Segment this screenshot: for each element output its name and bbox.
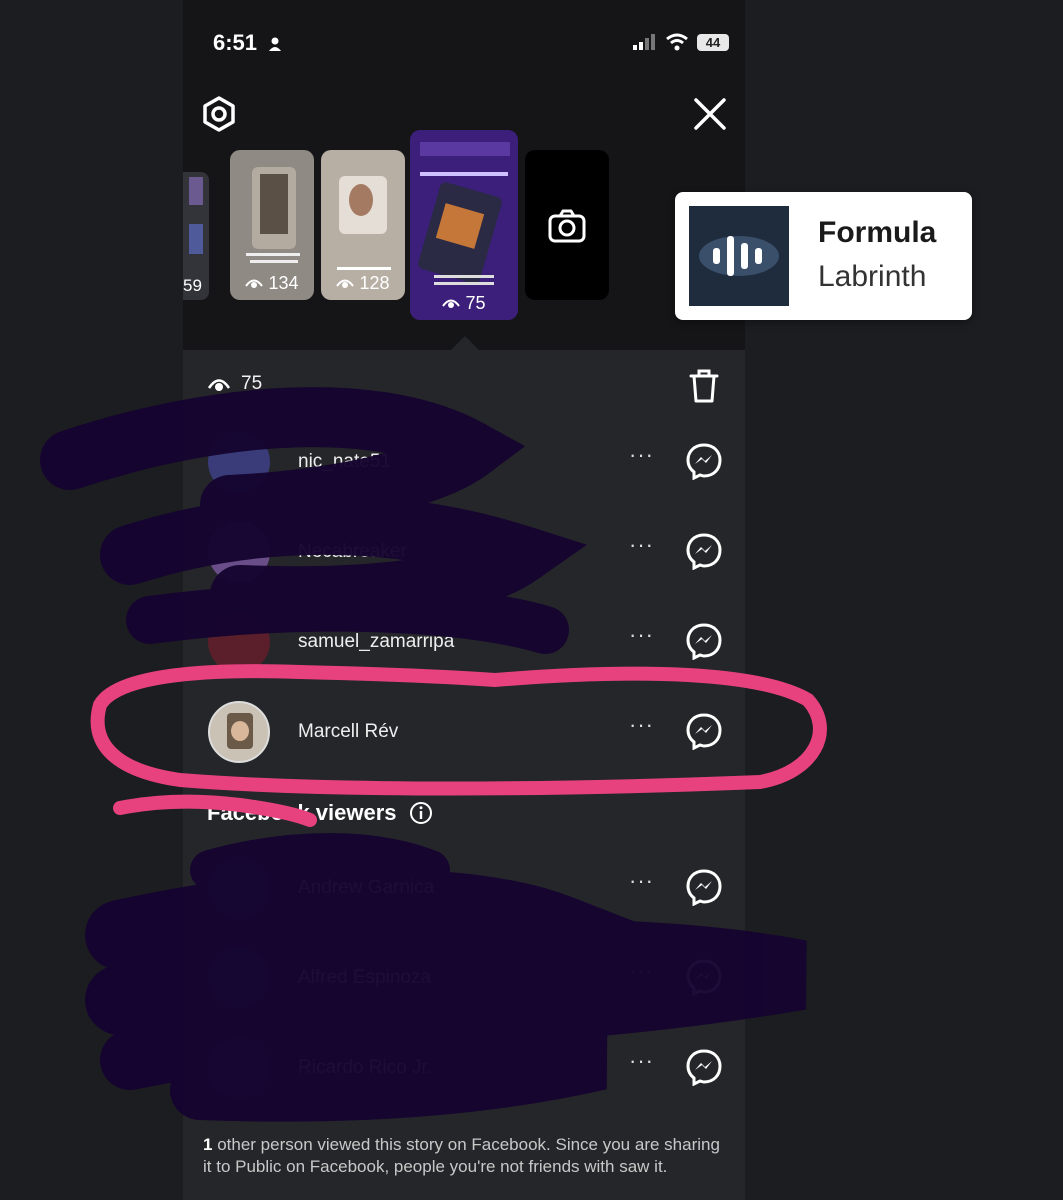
song-title: Formula: [818, 216, 937, 249]
status-time: 6:51: [213, 30, 258, 55]
messenger-icon[interactable]: [685, 958, 723, 996]
eye-icon: [245, 279, 264, 288]
info-icon[interactable]: [409, 801, 433, 825]
viewer-row[interactable]: Alfred Espinoza ···: [183, 934, 745, 1024]
more-options-button[interactable]: ···: [629, 712, 654, 738]
story-thumbnail[interactable]: 134: [230, 150, 314, 300]
avatar: [208, 431, 270, 493]
viewer-name: Ricardo Rico Jr.: [298, 1057, 433, 1078]
story-view-count: 75: [410, 293, 518, 314]
story-view-count: 134: [230, 273, 314, 294]
avatar: [208, 701, 270, 763]
story-thumbnail[interactable]: 128: [321, 150, 405, 300]
song-artist: Labrinth: [818, 260, 927, 293]
person-icon: [269, 37, 281, 51]
more-options-button[interactable]: ···: [629, 532, 654, 558]
story-tray-area: 6:51 44 59 134 128 75: [183, 0, 745, 350]
viewer-row[interactable]: Ricardo Rico Jr. ···: [183, 1024, 745, 1114]
viewer-row[interactable]: Andrew Garnica ···: [183, 844, 745, 934]
viewer-name: Alfred Espinoza: [298, 967, 432, 988]
trash-icon[interactable]: [688, 368, 720, 404]
avatar: [208, 611, 270, 673]
messenger-icon[interactable]: [685, 1048, 723, 1086]
messenger-icon[interactable]: [685, 622, 723, 660]
wifi-icon: [666, 33, 688, 51]
viewer-name: Necabreaker: [298, 541, 407, 562]
album-art: [689, 206, 789, 306]
close-icon[interactable]: [691, 95, 729, 133]
battery-icon: 44: [697, 33, 729, 51]
new-story-camera-button[interactable]: [525, 150, 609, 300]
messenger-icon[interactable]: [685, 442, 723, 480]
viewer-row[interactable]: samuel_zamarripa ···: [183, 598, 745, 688]
viewer-name: Andrew Garnica: [298, 877, 435, 898]
viewer-name: samuel_zamarripa: [298, 631, 455, 652]
messenger-icon[interactable]: [685, 868, 723, 906]
eye-icon: [207, 379, 231, 391]
eye-icon: [442, 299, 461, 308]
song-sticker[interactable]: Formula Labrinth: [675, 192, 972, 320]
signal-icon: [633, 34, 655, 50]
phone-screen: 6:51 44 59 134 128 75 75 nic_nate51 ··· …: [183, 0, 745, 1200]
messenger-icon[interactable]: [685, 532, 723, 570]
story-thumbnail-partial[interactable]: 59: [183, 172, 209, 300]
settings-gear-icon[interactable]: [200, 95, 238, 133]
story-view-count: 128: [321, 273, 405, 294]
audio-wave-icon: [713, 236, 762, 276]
avatar: [208, 521, 270, 583]
viewer-name: nic_nate51: [298, 451, 391, 472]
avatar: [208, 947, 270, 1009]
more-options-button[interactable]: ···: [629, 1048, 654, 1074]
camera-icon: [548, 209, 586, 243]
viewer-row[interactable]: nic_nate51 ···: [183, 418, 745, 508]
viewer-row[interactable]: Necabreaker ···: [183, 508, 745, 598]
story-views-partial: 59: [183, 276, 202, 295]
more-options-button[interactable]: ···: [629, 622, 654, 648]
total-views: 75: [207, 373, 262, 395]
status-indicators: 44: [633, 33, 729, 51]
facebook-viewers-heading: Facebook viewers: [207, 800, 433, 826]
eye-icon: [336, 279, 355, 288]
story-thumbnail-selected[interactable]: 75: [410, 130, 518, 320]
more-options-button[interactable]: ···: [629, 442, 654, 468]
viewer-row-highlighted[interactable]: Marcell Rév ···: [183, 688, 745, 778]
viewer-name: Marcell Rév: [298, 721, 399, 742]
total-views-count: 75: [241, 373, 263, 394]
avatar: [208, 1037, 270, 1099]
more-options-button[interactable]: ···: [629, 868, 654, 894]
more-options-button[interactable]: ···: [629, 958, 654, 984]
selected-story-caret: [451, 336, 479, 350]
facebook-viewers-note: 1 other person viewed this story on Face…: [203, 1135, 720, 1176]
avatar: [208, 857, 270, 919]
messenger-icon[interactable]: [685, 712, 723, 750]
